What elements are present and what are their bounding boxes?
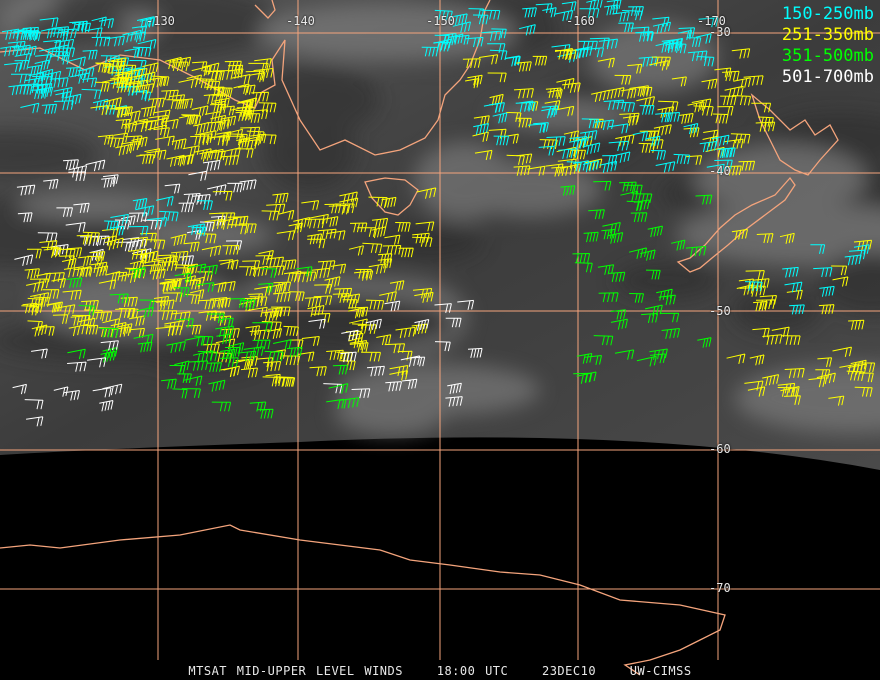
lon-label-140: -140	[286, 14, 315, 28]
legend-item-351-500: 351-500mb	[781, 46, 874, 66]
satellite-map	[0, 0, 880, 680]
legend-item-251-350: 251-350mb	[781, 25, 874, 45]
cloud-texture	[413, 142, 516, 221]
lat-label-40: -40	[709, 164, 731, 178]
obs-date: 23DEC10	[541, 664, 597, 678]
lat-label-30: -30	[709, 25, 731, 39]
legend-item-501-700: 501-700mb	[781, 67, 874, 87]
obs-time: 18:00 UTC	[436, 664, 509, 678]
lat-label-60: -60	[709, 442, 731, 456]
pressure-legend: 150-250mb 251-350mb 351-500mb 501-700mb	[782, 4, 874, 88]
legend-item-150-250: 150-250mb	[781, 4, 874, 24]
cloud-texture	[694, 145, 865, 212]
data-source: UW-CIMSS	[629, 664, 692, 678]
cloud-texture	[490, 100, 635, 130]
cloud-texture	[246, 63, 380, 135]
lat-label-70: -70	[709, 581, 731, 595]
product-name: MTSAT MID-UPPER LEVEL WINDS	[188, 664, 403, 678]
lon-label-130: -130	[146, 14, 175, 28]
cloud-texture	[18, 193, 174, 218]
cloud-texture	[337, 364, 540, 416]
lat-label-50: -50	[709, 304, 731, 318]
caption-bar: MTSAT MID-UPPER LEVEL WINDS 18:00 UTC 23…	[0, 664, 880, 678]
lon-label-150: -150	[426, 14, 455, 28]
cloud-texture	[731, 287, 822, 334]
lon-label-160: -160	[566, 14, 595, 28]
